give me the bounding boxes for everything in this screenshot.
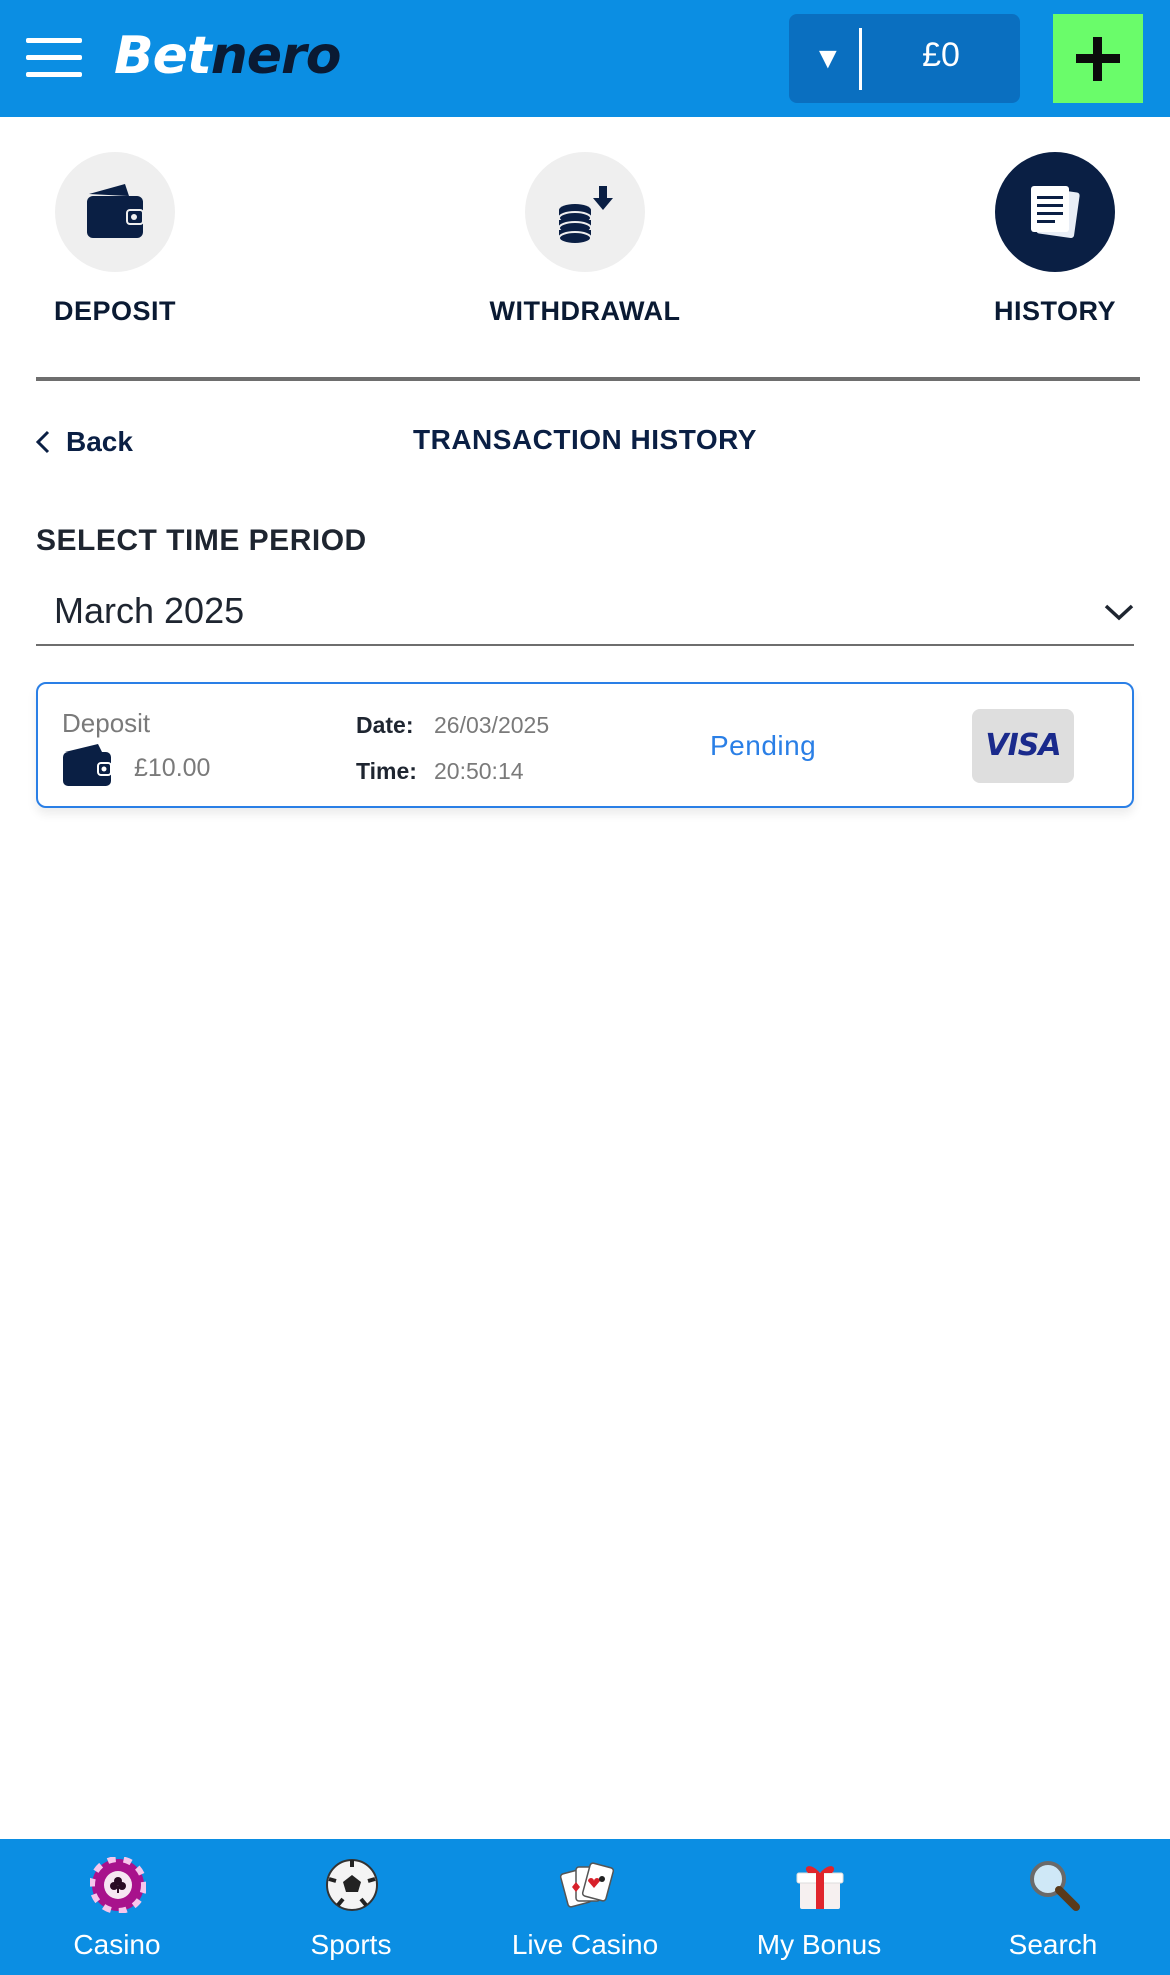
brand-logo[interactable]: Betnero — [114, 26, 342, 86]
visa-icon: VISA — [972, 709, 1074, 783]
balance-amount: £0 — [922, 36, 960, 74]
bottom-nav-search-label: Search — [1008, 1929, 1098, 1960]
tab-history[interactable]: HISTORY — [980, 152, 1130, 327]
transaction-type: Deposit — [62, 708, 151, 738]
bottom-nav-live-casino[interactable]: Live Casino — [468, 1839, 702, 1975]
wallet-icon — [55, 152, 175, 272]
time-period-select[interactable]: March 2025 — [36, 580, 1134, 646]
playing-cards-icon — [559, 1862, 614, 1908]
logo-text-nero: nero — [210, 26, 342, 86]
bottom-nav-my-bonus-label: My Bonus — [756, 1929, 882, 1960]
coins-download-icon — [525, 152, 645, 272]
period-label: SELECT TIME PERIOD — [36, 524, 367, 557]
time-label: Time: — [356, 758, 417, 784]
casino-chip-icon — [90, 1857, 146, 1913]
bottom-nav-my-bonus[interactable]: My Bonus — [702, 1839, 936, 1975]
documents-icon — [995, 152, 1115, 272]
wallet-icon — [63, 744, 112, 786]
section-divider — [36, 377, 1140, 381]
transaction-date: 26/03/2025 — [434, 712, 550, 738]
tab-withdrawal-label: WITHDRAWAL — [489, 296, 681, 326]
caret-down-icon: ▼ — [813, 42, 843, 75]
page: Betnero ▼ £0 DEPOSIT WITHDRAWAL HISTORY … — [0, 0, 1170, 1975]
transaction-card[interactable]: Deposit £10.00 Date: 26/03/2025 Time: 20… — [36, 682, 1134, 808]
soccer-ball-icon — [326, 1859, 378, 1911]
tab-deposit-label: DEPOSIT — [53, 296, 177, 326]
chevron-down-icon — [1104, 604, 1134, 621]
bottom-nav-live-casino-label: Live Casino — [511, 1929, 659, 1960]
tab-withdrawal[interactable]: WITHDRAWAL — [470, 152, 700, 327]
bottom-nav-sports[interactable]: Sports — [234, 1839, 468, 1975]
bottom-nav-casino[interactable]: Casino — [0, 1839, 234, 1975]
bottom-nav-sports-label: Sports — [310, 1929, 392, 1960]
balance-dropdown[interactable]: ▼ £0 — [789, 14, 1020, 103]
tab-deposit[interactable]: DEPOSIT — [40, 152, 190, 327]
bottom-nav-casino-label: Casino — [73, 1929, 161, 1960]
time-period-value: March 2025 — [54, 590, 245, 631]
bottom-nav-search[interactable]: Search — [936, 1839, 1170, 1975]
transaction-amount: £10.00 — [134, 754, 211, 782]
top-header: Betnero ▼ £0 — [0, 0, 1170, 117]
date-label: Date: — [356, 712, 414, 738]
logo-text-bet: Bet — [114, 26, 212, 86]
transaction-time: 20:50:14 — [434, 758, 524, 784]
add-funds-button[interactable] — [1053, 14, 1143, 103]
magnifier-icon — [1030, 1861, 1080, 1911]
status-badge: Pending — [710, 730, 817, 761]
tab-history-label: HISTORY — [993, 296, 1117, 326]
gift-icon — [796, 1866, 844, 1909]
page-title: TRANSACTION HISTORY — [413, 424, 757, 455]
menu-icon[interactable] — [26, 38, 82, 78]
bottom-nav: Casino Sports Live Casino My Bonus Searc… — [0, 1839, 1170, 1975]
